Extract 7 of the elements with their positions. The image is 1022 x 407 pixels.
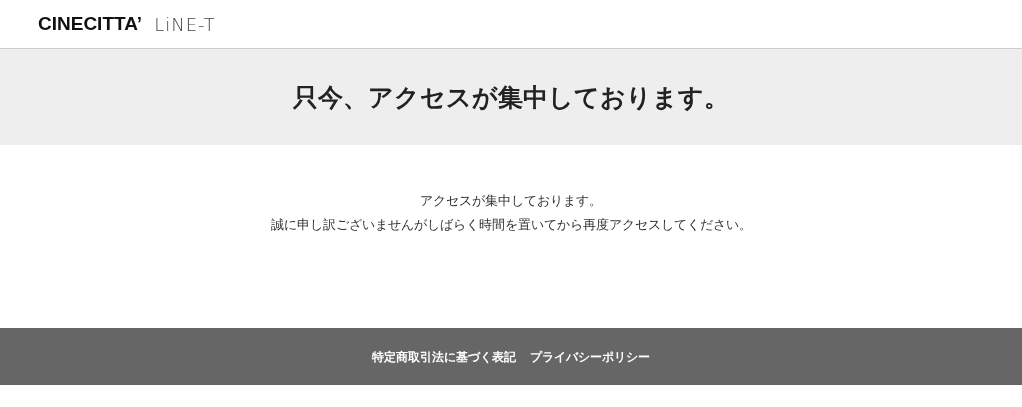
footer-link[interactable]: 特定商取引法に基づく表記 (372, 348, 516, 365)
message-text: 誠に申し訳ございませんがしばらく時間を置いてから再度アクセスしてください。 (270, 216, 752, 234)
message-text: アクセスが集中しております。 (420, 192, 602, 210)
footer-link[interactable]: プライバシーポリシー (530, 348, 650, 365)
cinecitta-logo[interactable]: CINECITTA’ (38, 13, 143, 35)
line-t-logo: LiNE-T (154, 13, 216, 35)
page-title: 只今、アクセスが集中しております。 (293, 81, 729, 114)
